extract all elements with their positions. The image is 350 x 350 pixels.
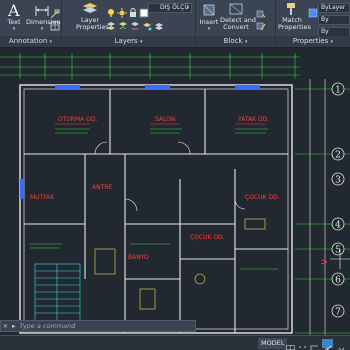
osnap-chevron-icon[interactable]: [337, 339, 346, 350]
table-icon[interactable]: [50, 16, 60, 31]
staircase: [34, 263, 81, 325]
insert-button-label: Insert: [199, 18, 219, 26]
block-panel: Insert ▾ Detect and Convert Block ▾: [196, 0, 276, 48]
axis-bubble: 5: [331, 242, 345, 256]
detect-convert-label: Detect and Convert: [220, 16, 256, 31]
axis-bubble: 4: [331, 217, 345, 231]
linetype-value: By: [321, 16, 329, 23]
close-command-icon[interactable]: ×: [1, 321, 10, 331]
axis-bubble-label: 3: [335, 176, 341, 186]
command-line[interactable]: × ▸ Type a command: [0, 320, 196, 332]
grid-icon[interactable]: [286, 339, 295, 350]
polar-tracking-icon[interactable]: [322, 339, 333, 350]
ortho-icon[interactable]: [310, 339, 319, 350]
current-layer-dropdown[interactable]: DIŞ ÖLÇÜ ▾: [148, 3, 192, 13]
command-input-placeholder: Type a command: [19, 322, 76, 330]
color-bylayer-dropdown[interactable]: ByLayer: [318, 3, 350, 13]
insert-chevron-icon: ▾: [207, 26, 211, 32]
text-button-label: Text: [7, 18, 21, 26]
edit-block-icon[interactable]: [256, 16, 266, 31]
room-label: SALON: [155, 116, 175, 123]
axis-bubble-label: 6: [335, 276, 341, 286]
model-space-button[interactable]: MODEL: [258, 338, 288, 349]
insert-block-icon: [203, 4, 215, 16]
text-button[interactable]: A Text ▾: [3, 2, 25, 33]
axis-bubbles: 1 2 3 4 5 6 7: [331, 82, 345, 318]
model-label: MODEL: [261, 339, 285, 347]
layer-isolate-icon[interactable]: [142, 16, 152, 31]
make-current-icon[interactable]: [118, 16, 128, 30]
current-layer-chevron-icon: ▾: [186, 5, 189, 11]
sun-freeze-icon[interactable]: [117, 3, 127, 18]
match-properties-label: Match Properties: [278, 16, 311, 31]
match-properties-button[interactable]: Match Properties: [278, 2, 311, 31]
layer-state-icon[interactable]: [106, 16, 116, 30]
room-label: OTURMA OD.: [58, 116, 97, 123]
properties-title-text: Properties: [292, 37, 329, 45]
layer-properties-label: Layer Properties: [76, 16, 109, 31]
text-icon: A: [7, 2, 20, 18]
room-label: YATAK OD.: [237, 116, 269, 123]
properties-panel: Match Properties ByLayer By By Propertie…: [276, 0, 350, 48]
dimension-icon: [35, 6, 49, 16]
floor-plan-drawing[interactable]: 1 2 3 4 5 6 7 OTURMA OD. SALON YATAK OD. MUTFAK AN…: [0, 49, 350, 335]
room-label: ÇOCUK OD.: [245, 194, 280, 201]
svg-text:A: A: [7, 2, 20, 18]
annotation-text-lines: [30, 128, 278, 270]
color-control-icon: [308, 3, 318, 18]
color-bylayer-value: ByLayer: [321, 4, 346, 11]
red-axis-mark: >: [320, 257, 328, 268]
annotation-title-text: Annotation: [8, 37, 48, 45]
drawing-canvas[interactable]: 1 2 3 4 5 6 7 OTURMA OD. SALON YATAK OD. MUTFAK AN…: [0, 49, 350, 335]
axis-bubble: 6: [331, 272, 345, 286]
lock-icon[interactable]: [128, 3, 138, 17]
ribbon: A Text ▾ Dimension ▾ Annotation ▾ Layer …: [0, 0, 350, 48]
block-title-text: Block: [223, 37, 243, 45]
axis-bubble: 7: [331, 304, 345, 318]
layers-title-text: Layers: [114, 37, 138, 45]
detect-convert-icon: [229, 3, 243, 15]
text-chevron-icon: ▾: [12, 26, 16, 32]
lineweight-value: By: [321, 28, 329, 35]
axis-bubble-label: 4: [335, 221, 341, 231]
room-labels: OTURMA OD. SALON YATAK OD. MUTFAK ANTRE ÇOCUK…: [30, 116, 280, 261]
leader-icon[interactable]: [50, 4, 60, 19]
bulb-on-icon[interactable]: [106, 3, 116, 17]
detect-convert-button[interactable]: Detect and Convert: [220, 2, 256, 31]
doors: [94, 141, 246, 212]
windows: [20, 85, 260, 199]
linetype-dropdown[interactable]: By: [318, 15, 350, 25]
axis-bubble-label: 2: [335, 151, 341, 161]
create-block-icon[interactable]: [256, 4, 266, 18]
match-properties-icon: [287, 3, 295, 15]
room-label: ANTRE: [92, 184, 112, 191]
axis-bubble: 2: [331, 147, 345, 161]
interior-walls: [24, 89, 288, 333]
axis-bubble-label: 1: [335, 86, 341, 96]
axis-bubble: 3: [331, 172, 345, 186]
command-prompt-icon: ▸: [12, 322, 16, 330]
layers-panel-title[interactable]: Layers ▾: [62, 36, 195, 47]
layer-walk-icon[interactable]: [154, 16, 164, 30]
block-panel-title[interactable]: Block ▾: [196, 36, 275, 47]
right-axis-line: [309, 79, 326, 335]
annotation-panel: A Text ▾ Dimension ▾ Annotation ▾: [0, 0, 62, 48]
layer-properties-button[interactable]: Layer Properties: [76, 2, 109, 31]
axis-bubble-label: 7: [335, 308, 341, 318]
current-layer-value: DIŞ ÖLÇÜ: [160, 4, 189, 11]
layers-panel: Layer Properties DIŞ ÖLÇÜ ▾ Layers ▾: [62, 0, 196, 48]
match-layer-icon[interactable]: [130, 16, 140, 30]
axis-bubble: 1: [331, 82, 345, 96]
right-dimension-ticks: [295, 88, 350, 334]
properties-panel-title[interactable]: Properties ▾: [276, 36, 350, 47]
snap-icon[interactable]: [298, 339, 307, 348]
room-label: BANYO: [128, 254, 149, 261]
status-bar: MODEL: [0, 335, 350, 350]
room-label: MUTFAK: [30, 194, 55, 201]
annotation-panel-title[interactable]: Annotation ▾: [0, 36, 61, 47]
insert-button[interactable]: Insert ▾: [198, 2, 220, 33]
layer-properties-icon: [82, 2, 98, 14]
room-label: ÇOCUK OD.: [190, 234, 225, 241]
